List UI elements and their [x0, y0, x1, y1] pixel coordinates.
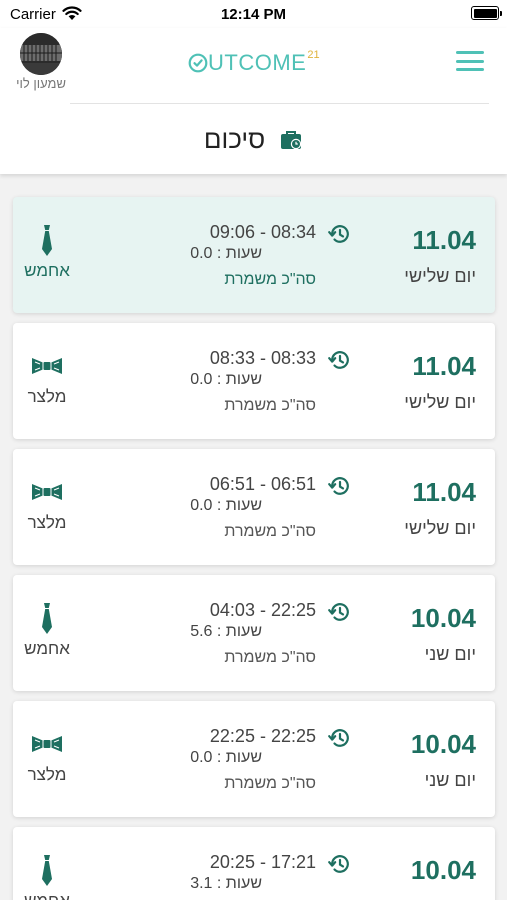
shift-role: מלצר	[27, 387, 67, 406]
shift-hours: שעות : 0.0	[190, 497, 262, 515]
shift-date: 11.04	[412, 351, 476, 381]
shift-time-range: 04:03 - 22:25	[209, 600, 316, 620]
shift-card[interactable]: 11.04 יום שלישי 08:33 - 08:33 שעות : 0.0 סה"…	[13, 323, 495, 439]
shift-date: 10.04	[410, 603, 476, 633]
shift-role: אחמש	[24, 639, 70, 658]
shift-role: מלצר	[27, 513, 67, 532]
briefcase-clock-icon	[281, 130, 302, 149]
shift-date: 10.04	[410, 855, 476, 885]
shift-card[interactable]: 10.04יום שני20:25 - 17:21שעות : 3.1סה"כ …	[13, 827, 495, 900]
avatar[interactable]	[20, 33, 62, 75]
history-icon	[328, 477, 349, 495]
tie-icon	[42, 855, 52, 886]
battery-icon	[471, 6, 502, 20]
shift-day: יום שלישי	[404, 518, 476, 538]
hours-value: 0.0	[190, 371, 213, 388]
avatar-image	[20, 33, 62, 75]
shift-day: יום שלישי	[404, 266, 476, 286]
user-name: שמעון לוי	[16, 76, 66, 91]
shift-card[interactable]: 10.04 יום שני 22:25 - 22:25 שעות : 0.0 סה"כ …	[13, 701, 495, 817]
outcome-logo: UTCOME 21	[188, 48, 320, 78]
shift-total-label: סה"כ משמרת	[224, 775, 316, 792]
history-icon	[328, 729, 349, 747]
history-icon	[328, 603, 349, 621]
history-icon	[328, 351, 349, 369]
shift-role: אחמש	[24, 261, 70, 280]
shift-total-label: סה"כ משמרת	[224, 523, 316, 540]
shift-total-label: סה"כ משמרת	[224, 649, 316, 666]
hours-label: שעות :	[216, 371, 262, 388]
shift-hours: שעות : 0.0	[190, 371, 262, 389]
shift-role: אחמש	[13, 891, 81, 900]
shift-date: 11.04	[412, 477, 476, 507]
shift-hours: שעות : 5.6	[190, 623, 262, 641]
history-icon	[328, 855, 349, 873]
hours-value: 5.6	[190, 623, 213, 640]
shift-hours: שעות : 3.1	[190, 875, 262, 893]
shift-time-range: 09:06 - 08:34	[209, 222, 316, 242]
hours-value: 3.1	[190, 875, 213, 892]
history-icon	[328, 225, 349, 243]
shift-time-range: 06:51 - 06:51	[209, 474, 316, 494]
status-bar: Carrier 12:14 PM	[0, 0, 507, 28]
header-divider	[70, 103, 489, 104]
logo-clock-icon	[188, 53, 208, 73]
bowtie-icon	[32, 484, 62, 500]
shift-total-label: סה"כ משמרת	[224, 271, 316, 288]
shift-hours: שעות : 0.0	[190, 245, 262, 263]
shift-card[interactable]: 11.04 יום שלישי 06:51 - 06:51 שעות : 0.0 סה"…	[13, 449, 495, 565]
shift-card[interactable]: 11.04 יום שלישי 09:06 - 08:34 שעות : 0.0 סה"…	[13, 197, 495, 313]
shift-date: 10.04	[410, 729, 476, 759]
shift-time-range: 08:33 - 08:33	[209, 348, 316, 368]
hours-value: 0.0	[190, 497, 213, 514]
page-title-label: סיכום	[203, 124, 266, 154]
logo-text: UTCOME	[208, 50, 307, 75]
hours-label: שעות :	[216, 875, 262, 892]
status-time: 12:14 PM	[220, 6, 287, 23]
shift-day: יום שלישי	[404, 392, 476, 412]
shift-day: יום שני	[424, 770, 476, 790]
hours-value: 0.0	[190, 245, 213, 262]
hours-label: שעות :	[216, 749, 262, 766]
shift-card[interactable]: 10.04 יום שני 04:03 - 22:25 שעות : 5.6 סה"כ …	[13, 575, 495, 691]
shift-date: 11.04	[412, 225, 476, 255]
bowtie-icon	[32, 736, 62, 752]
shift-total-label: סה"כ משמרת	[224, 397, 316, 414]
shift-day: יום שני	[425, 896, 476, 900]
shift-day: יום שני	[424, 644, 476, 664]
hours-label: שעות :	[216, 623, 262, 640]
hamburger-menu-icon[interactable]	[456, 51, 484, 71]
hours-label: שעות :	[216, 497, 262, 514]
app-header: שמעון לוי UTCOME 21 סיכום	[0, 28, 507, 174]
shift-time-range: 22:25 - 22:25	[209, 726, 316, 746]
tie-icon	[42, 225, 52, 256]
shift-role: מלצר	[27, 765, 67, 784]
shift-time-range: 20:25 - 17:21	[209, 852, 316, 872]
hours-value: 0.0	[190, 749, 213, 766]
tie-icon	[42, 603, 52, 634]
page-title: סיכום	[0, 124, 507, 155]
logo-superscript: 21	[307, 49, 320, 61]
hours-label: שעות :	[216, 245, 262, 262]
shift-hours: שעות : 0.0	[190, 749, 262, 767]
bowtie-icon	[32, 358, 62, 374]
